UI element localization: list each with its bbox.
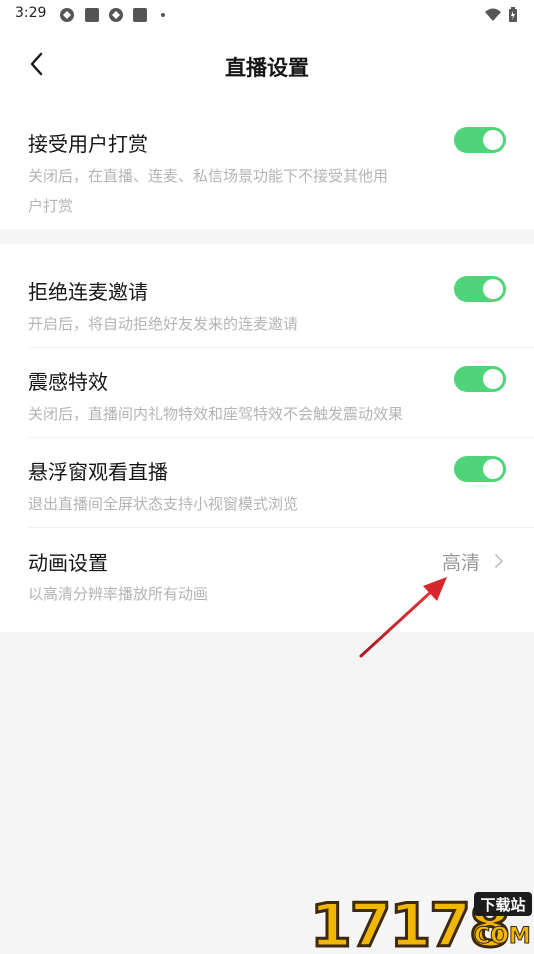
app-notification-icon bbox=[84, 7, 100, 23]
battery-icon bbox=[508, 7, 524, 23]
svg-text:COM: COM bbox=[474, 924, 531, 949]
setting-description: 开启后，将自动拒绝好友发来的连麦邀请 bbox=[28, 315, 299, 333]
setting-title: 悬浮窗观看直播 bbox=[28, 460, 168, 484]
setting-row-vibration: 震感特效 关闭后，直播间内礼物特效和座驾特效不会触发震动效果 bbox=[0, 348, 534, 438]
settings-section-reward: 接受用户打赏 关闭后，在直播、连麦、私信场景功能下不接受其他用 户打赏 bbox=[0, 102, 534, 229]
sync-icon bbox=[59, 7, 75, 23]
setting-title: 拒绝连麦邀请 bbox=[28, 280, 148, 304]
floating-window-toggle[interactable] bbox=[454, 456, 506, 482]
wifi-icon bbox=[484, 7, 501, 23]
svg-text:下载站: 下载站 bbox=[480, 896, 525, 914]
watermark-logo: 17178 下载站 COM bbox=[308, 888, 534, 954]
setting-description: 退出直播间全屏状态支持小视窗模式浏览 bbox=[28, 495, 299, 513]
more-notifications-dot-icon bbox=[159, 7, 175, 23]
toggle-knob bbox=[483, 279, 503, 299]
annotation-arrow-icon bbox=[355, 570, 455, 665]
toggle-knob bbox=[483, 130, 503, 150]
status-bar: 3:29 bbox=[0, 0, 534, 30]
status-time: 3:29 bbox=[15, 5, 47, 21]
setting-row-reject-invite: 拒绝连麦邀请 开启后，将自动拒绝好友发来的连麦邀请 bbox=[0, 244, 534, 348]
setting-title: 接受用户打赏 bbox=[28, 132, 148, 156]
toggle-knob bbox=[483, 459, 503, 479]
setting-title: 震感特效 bbox=[28, 370, 108, 394]
page-title: 直播设置 bbox=[225, 56, 309, 80]
reject-invite-toggle[interactable] bbox=[454, 276, 506, 302]
app-notification-icon-2 bbox=[132, 7, 148, 23]
setting-description-line2: 户打赏 bbox=[28, 197, 74, 215]
chevron-right-icon bbox=[492, 553, 506, 568]
vibration-toggle[interactable] bbox=[454, 366, 506, 392]
header: 直播设置 bbox=[0, 30, 534, 102]
sync-icon-2 bbox=[108, 7, 124, 23]
reward-toggle[interactable] bbox=[454, 127, 506, 153]
setting-description: 关闭后，直播间内礼物特效和座驾特效不会触发震动效果 bbox=[28, 405, 404, 423]
setting-row-floating-window: 悬浮窗观看直播 退出直播间全屏状态支持小视窗模式浏览 bbox=[0, 438, 534, 528]
setting-row-reward: 接受用户打赏 关闭后，在直播、连麦、私信场景功能下不接受其他用 户打赏 bbox=[0, 102, 534, 229]
toggle-knob bbox=[483, 369, 503, 389]
setting-description: 以高清分辨率播放所有动画 bbox=[28, 585, 209, 603]
setting-title: 动画设置 bbox=[28, 551, 108, 575]
setting-description-line1: 关闭后，在直播、连麦、私信场景功能下不接受其他用 bbox=[28, 167, 389, 185]
